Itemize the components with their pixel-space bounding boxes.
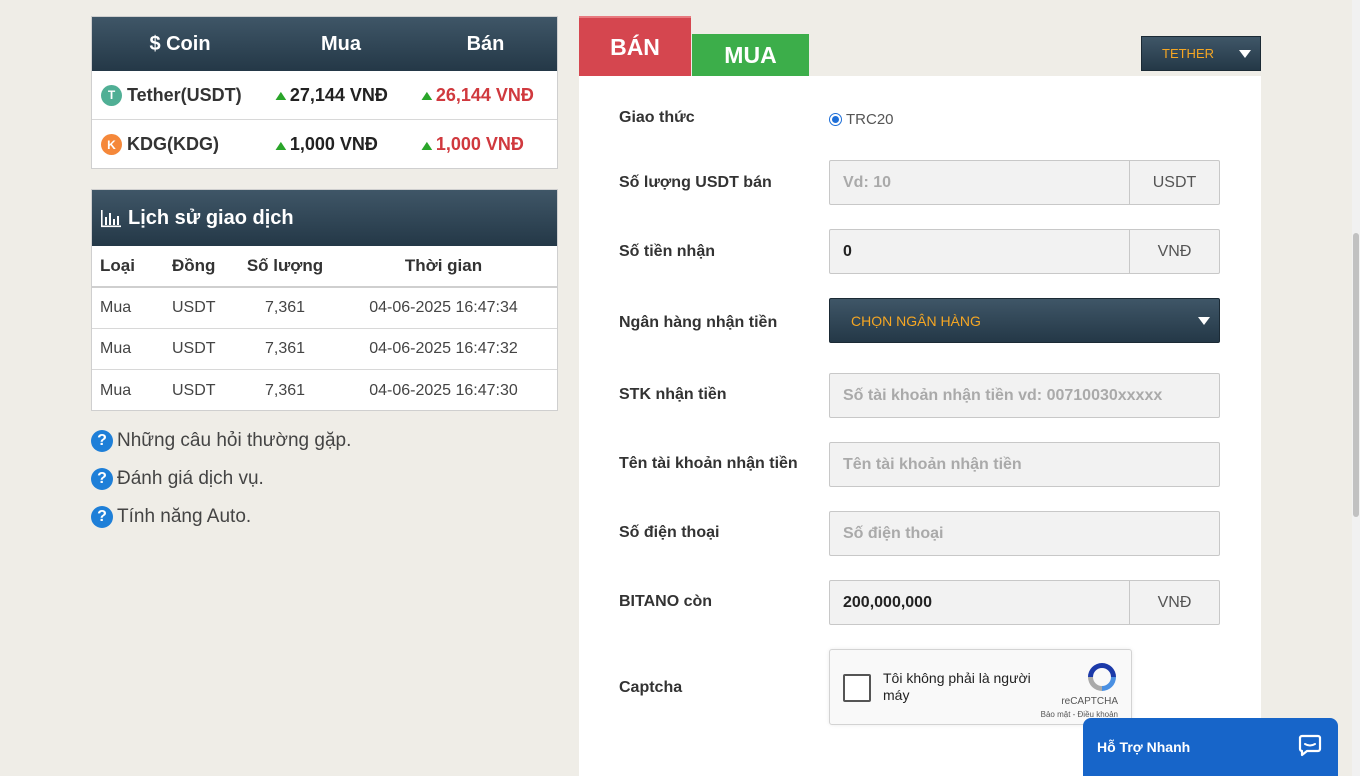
buy-price: 1,000 VNĐ	[289, 134, 378, 154]
cell-type: Mua	[100, 299, 132, 316]
bar-chart-icon	[101, 210, 121, 228]
cell-time: 04-06-2025 16:47:30	[369, 381, 518, 399]
phone-placeholder: Số điện thoại	[843, 524, 944, 542]
coin-name: KDG(KDG)	[127, 134, 219, 154]
price-table: $ Coin Mua Bán T Tether(USDT) ▲ 27,144 VN…	[91, 16, 558, 169]
caret-down-icon	[1198, 317, 1210, 325]
coin-select-value: TETHER	[1162, 46, 1214, 61]
phone-input[interactable]: Số điện thoại	[829, 511, 1220, 556]
protocol-value: TRC20	[846, 111, 894, 128]
account-name-label: Tên tài khoản nhận tiền	[619, 455, 798, 472]
support-label: Hỗ Trợ Nhanh	[1097, 739, 1191, 755]
amount-input[interactable]: Vd: 10 USDT	[829, 160, 1220, 205]
history-title: Lịch sử giao dịch	[128, 206, 294, 229]
receive-unit: VNĐ	[1129, 230, 1219, 273]
account-name-input[interactable]: Tên tài khoản nhận tiền	[829, 442, 1220, 487]
bank-select[interactable]: CHỌN NGÂN HÀNG	[829, 298, 1220, 343]
caret-down-icon	[1239, 50, 1251, 58]
amount-unit: USDT	[1129, 161, 1219, 204]
balance-unit: VNĐ	[1129, 581, 1219, 624]
history-header: Lịch sử giao dịch	[92, 190, 557, 246]
auto-feature-link-label: Tính năng Auto.	[117, 506, 252, 527]
review-link[interactable]: ? Đánh giá dịch vụ.	[91, 468, 264, 490]
col-currency: Đồng	[172, 256, 216, 275]
col-buy: Mua	[321, 32, 361, 55]
cell-amount: 7,361	[264, 381, 306, 399]
cell-currency: USDT	[172, 299, 216, 316]
price-table-header: $ Coin Mua Bán	[92, 17, 557, 71]
cell-type: Mua	[100, 340, 132, 357]
bank-label: Ngân hàng nhận tiền	[619, 314, 778, 331]
bank-select-value: CHỌN NGÂN HÀNG	[851, 312, 981, 329]
faq-link[interactable]: ? Những câu hỏi thường gặp.	[91, 430, 351, 452]
radio-selected-icon	[829, 113, 842, 126]
faq-link-label: Những câu hỏi thường gặp.	[117, 430, 352, 451]
cell-time: 04-06-2025 16:47:32	[369, 340, 518, 357]
amount-placeholder: Vd: 10	[843, 173, 892, 191]
captcha-label: Captcha	[619, 679, 683, 696]
arrow-up-icon: ▲	[271, 136, 290, 153]
price-row-kdg: K KDG(KDG) ▲ 1,000 VNĐ ▲ 1,000 VNĐ	[92, 120, 557, 169]
receive-amount-field: 0 VNĐ	[829, 229, 1220, 274]
buy-price: 27,144 VNĐ	[289, 84, 388, 105]
table-row: Mua USDT 7,361 04-06-2025 16:47:34	[92, 288, 557, 329]
protocol-label: Giao thức	[619, 109, 695, 126]
captcha-text: Tôi không phải là người máy	[883, 670, 1031, 703]
account-number-input[interactable]: Số tài khoản nhận tiền vd: 00710030xxxxx	[829, 373, 1220, 418]
col-coin: $ Coin	[149, 32, 211, 55]
arrow-up-icon: ▲	[271, 87, 290, 103]
account-number-label: STK nhận tiền	[619, 386, 727, 403]
sell-price: 26,144 VNĐ	[435, 84, 534, 105]
auto-feature-link[interactable]: ? Tính năng Auto.	[91, 506, 251, 528]
question-icon: ?	[91, 468, 113, 490]
col-time: Thời gian	[404, 256, 483, 275]
cell-time: 04-06-2025 16:47:34	[369, 299, 518, 316]
price-row-usdt: T Tether(USDT) ▲ 27,144 VNĐ ▲ 26,144 VNĐ	[92, 71, 557, 120]
table-row: Mua USDT 7,361 04-06-2025 16:47:32	[92, 329, 557, 370]
tether-icon: T	[101, 84, 122, 106]
protocol-radio-trc20[interactable]: TRC20	[829, 111, 894, 128]
account-name-placeholder: Tên tài khoản nhận tiền	[843, 455, 1022, 473]
recaptcha-logo-icon	[1088, 663, 1116, 691]
review-link-label: Đánh giá dịch vụ.	[117, 468, 264, 489]
cell-amount: 7,361	[264, 340, 306, 357]
balance-value: 200,000,000	[843, 593, 932, 611]
receive-label: Số tiền nhận	[619, 243, 715, 260]
balance-field: 200,000,000 VNĐ	[829, 580, 1220, 625]
cell-currency: USDT	[172, 340, 216, 357]
receive-value: 0	[843, 242, 852, 260]
question-icon: ?	[91, 430, 113, 452]
scrollbar-thumb[interactable]	[1353, 233, 1359, 517]
col-sell: Bán	[466, 32, 505, 55]
col-amount: Số lượng	[246, 256, 324, 275]
transaction-history: Lịch sử giao dịch Loại Đồng Số lượng Thờ…	[91, 189, 558, 411]
recaptcha-widget: Tôi không phải là người máy reCAPTCHA Bả…	[829, 649, 1132, 725]
tab-buy[interactable]: MUA	[692, 34, 809, 76]
cell-amount: 7,361	[264, 299, 306, 316]
coin-select[interactable]: TETHER	[1141, 36, 1261, 71]
amount-label: Số lượng USDT bán	[619, 174, 772, 191]
table-row: Mua USDT 7,361 04-06-2025 16:47:30	[92, 370, 557, 411]
sell-price: 1,000 VNĐ	[435, 134, 524, 154]
kdg-icon: K	[101, 134, 122, 155]
captcha-checkbox[interactable]	[843, 674, 871, 702]
col-type: Loại	[100, 256, 135, 275]
chat-bubble-icon	[1298, 734, 1322, 757]
coin-name: Tether(USDT)	[127, 84, 242, 105]
support-chat-button[interactable]: Hỗ Trợ Nhanh	[1083, 718, 1338, 776]
phone-label: Số điện thoại	[619, 524, 720, 541]
arrow-up-icon: ▲	[417, 136, 436, 153]
arrow-up-icon: ▲	[417, 87, 436, 103]
recaptcha-brand: reCAPTCHA	[1061, 696, 1118, 707]
tab-sell[interactable]: BÁN	[579, 16, 691, 76]
cell-currency: USDT	[172, 381, 216, 399]
history-columns: Loại Đồng Số lượng Thời gian	[92, 246, 557, 288]
balance-label: BITANO còn	[619, 593, 713, 610]
question-icon: ?	[91, 506, 113, 528]
account-number-placeholder: Số tài khoản nhận tiền vd: 00710030xxxxx	[843, 386, 1163, 404]
cell-type: Mua	[100, 381, 132, 399]
